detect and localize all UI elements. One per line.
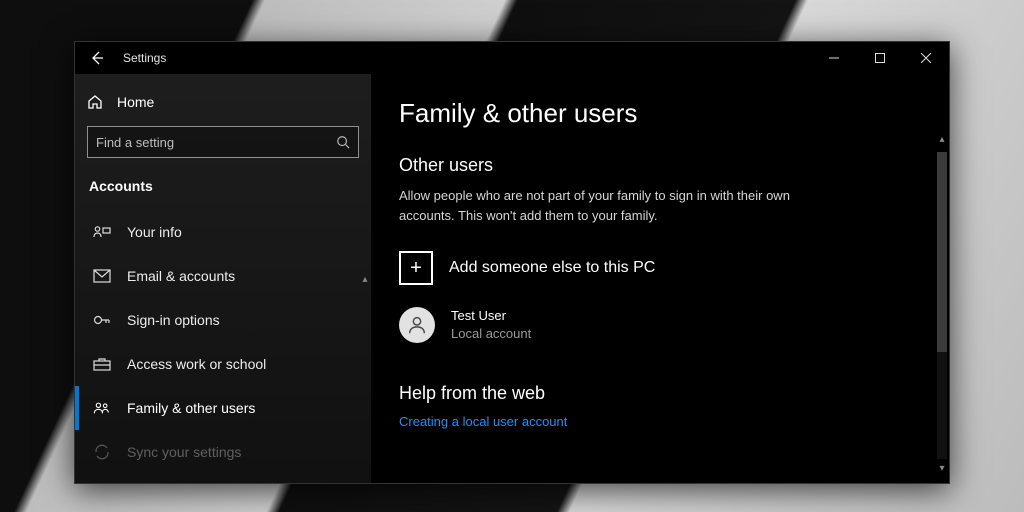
search-icon — [336, 135, 350, 149]
close-button[interactable] — [903, 42, 949, 74]
add-user-button[interactable]: + Add someone else to this PC — [399, 251, 921, 285]
minimize-icon — [829, 53, 839, 63]
window-title: Settings — [119, 51, 166, 65]
main-panel: Family & other users Other users Allow p… — [371, 74, 949, 483]
people-icon — [93, 400, 111, 416]
key-icon — [93, 312, 111, 328]
sidebar-item-your-info[interactable]: Your info — [75, 210, 371, 254]
sidebar-item-label: Sign-in options — [127, 312, 220, 328]
sidebar-item-family-other-users[interactable]: Family & other users — [75, 386, 371, 430]
content-area: Home Find a setting Accounts Your info — [75, 74, 949, 483]
help-heading: Help from the web — [399, 383, 921, 404]
other-users-heading: Other users — [399, 155, 921, 176]
back-button[interactable] — [75, 42, 119, 74]
briefcase-icon — [93, 356, 111, 372]
person-card-icon — [93, 224, 111, 240]
sidebar-item-sign-in-options[interactable]: Sign-in options — [75, 298, 371, 342]
home-icon — [87, 94, 103, 110]
user-account-type: Local account — [451, 325, 531, 343]
arrow-left-icon — [89, 50, 105, 66]
page-title: Family & other users — [399, 98, 921, 129]
minimize-button[interactable] — [811, 42, 857, 74]
settings-window: Settings Home Find a setting Accounts — [74, 41, 950, 484]
sidebar-category: Accounts — [75, 172, 371, 210]
close-icon — [921, 53, 931, 63]
sidebar-nav: Your info Email & accounts Sign-in optio… — [75, 210, 371, 474]
avatar-icon — [399, 307, 435, 343]
sidebar-item-email-accounts[interactable]: Email & accounts — [75, 254, 371, 298]
maximize-icon — [875, 53, 885, 63]
user-name: Test User — [451, 307, 531, 325]
sidebar-home-label: Home — [117, 94, 154, 110]
scroll-up-icon[interactable]: ▴ — [935, 134, 949, 148]
user-entry[interactable]: Test User Local account — [399, 307, 921, 343]
search-input[interactable]: Find a setting — [87, 126, 359, 158]
add-user-label: Add someone else to this PC — [449, 259, 655, 277]
sync-icon — [93, 444, 111, 460]
sidebar-item-access-work-school[interactable]: Access work or school — [75, 342, 371, 386]
scrollbar-thumb[interactable] — [937, 152, 947, 352]
help-link-create-local-account[interactable]: Creating a local user account — [399, 414, 921, 429]
sidebar-item-label: Access work or school — [127, 356, 266, 372]
maximize-button[interactable] — [857, 42, 903, 74]
sidebar: Home Find a setting Accounts Your info — [75, 74, 371, 483]
sidebar-item-label: Your info — [127, 224, 182, 240]
scroll-down-icon[interactable]: ▾ — [935, 463, 949, 477]
search-placeholder: Find a setting — [96, 135, 174, 150]
titlebar: Settings — [75, 42, 949, 74]
sidebar-item-label: Family & other users — [127, 400, 255, 416]
sidebar-item-sync-settings[interactable]: Sync your settings — [75, 430, 371, 474]
mail-icon — [93, 269, 111, 283]
sidebar-item-label: Email & accounts — [127, 268, 235, 284]
main-scrollbar[interactable]: ▴ ▾ — [935, 134, 949, 477]
plus-icon: + — [399, 251, 433, 285]
other-users-description: Allow people who are not part of your fa… — [399, 186, 819, 225]
sidebar-home[interactable]: Home — [75, 88, 371, 118]
sidebar-scroll-up[interactable]: ▴ — [359, 274, 371, 284]
sidebar-item-label: Sync your settings — [127, 444, 241, 460]
